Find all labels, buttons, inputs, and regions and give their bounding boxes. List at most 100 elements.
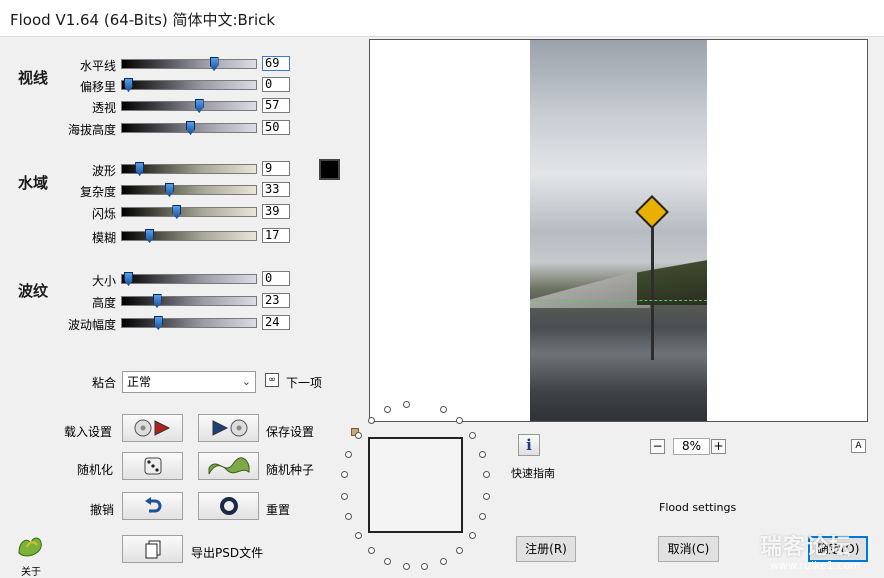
slider-track[interactable] <box>121 272 257 286</box>
dial-dot[interactable] <box>483 471 491 479</box>
save-disc-icon <box>212 419 247 437</box>
dial-dot[interactable] <box>340 492 348 500</box>
undo-button[interactable] <box>122 492 183 520</box>
slider-track[interactable] <box>121 78 257 92</box>
next-item-checkbox[interactable]: ∞ <box>265 373 279 387</box>
dial-dot[interactable] <box>478 450 486 458</box>
info-icon[interactable]: i <box>518 434 540 456</box>
dial-dot[interactable] <box>368 547 376 555</box>
dial-dot[interactable] <box>469 432 477 440</box>
dial-dot[interactable] <box>340 471 348 479</box>
slider-value-input[interactable]: 0 <box>262 77 290 92</box>
link-icon: ∞ <box>268 375 276 385</box>
slider-track[interactable] <box>121 294 257 308</box>
randomize-button[interactable] <box>122 452 183 480</box>
slider-track[interactable] <box>121 99 257 113</box>
wave-icon <box>208 457 249 475</box>
slider-value-input[interactable]: 9 <box>262 161 290 176</box>
zoom-out-button[interactable]: − <box>650 439 665 454</box>
dial-dot[interactable] <box>439 406 447 414</box>
slider-value-input[interactable]: 23 <box>262 293 290 308</box>
random-seed-label: 随机种子 <box>266 463 315 477</box>
dial-dot[interactable] <box>478 513 486 521</box>
slider-value-input[interactable]: 24 <box>262 315 290 330</box>
save-settings-label: 保存设置 <box>266 425 315 439</box>
slider-value-input[interactable]: 50 <box>262 120 290 135</box>
blend-mode-select[interactable]: 正常 ⌄ <box>122 371 256 393</box>
dial-dot[interactable] <box>421 563 429 571</box>
dial-dot[interactable] <box>384 557 392 565</box>
dial-dot[interactable] <box>345 450 353 458</box>
zoom-in-button[interactable]: + <box>711 439 726 454</box>
about-button[interactable] <box>15 533 45 562</box>
slider-value-input[interactable]: 17 <box>262 228 290 243</box>
slider-value-input[interactable]: 33 <box>262 182 290 197</box>
slider-track[interactable] <box>121 183 257 197</box>
slider-track[interactable] <box>121 57 257 71</box>
dial-dot[interactable] <box>368 416 376 424</box>
slider-thumb[interactable] <box>124 272 133 286</box>
watermark-url: www.ruike1.com <box>770 559 861 572</box>
watermark-text: 瑞客论坛 <box>760 535 853 560</box>
quick-guide-label[interactable]: 快速指南 <box>511 465 555 481</box>
slider-thumb[interactable] <box>194 99 204 113</box>
title-bar: Flood V1.64 (64-Bits) 简体中文:Brick <box>0 0 884 37</box>
dial-dot[interactable] <box>439 557 447 565</box>
chevron-down-icon: ⌄ <box>241 375 251 388</box>
slider-track[interactable] <box>121 162 257 176</box>
settings-status: Flood settings <box>659 501 737 514</box>
slider-thumb[interactable] <box>152 294 162 308</box>
next-item-label: 下一项 <box>286 376 323 390</box>
load-disc-icon <box>134 419 170 437</box>
slider-label: 波动幅度 <box>67 318 116 332</box>
slider-track[interactable] <box>121 205 257 219</box>
slider-value-input[interactable]: 39 <box>262 204 290 219</box>
dial-dot[interactable] <box>345 513 353 521</box>
dial-dot[interactable] <box>455 416 463 424</box>
slider-value-input[interactable]: 0 <box>262 271 290 286</box>
export-psd-button[interactable] <box>122 535 183 563</box>
document-icon <box>145 540 160 559</box>
random-seed-button[interactable] <box>198 452 259 480</box>
slider-track[interactable] <box>121 229 257 243</box>
save-settings-button[interactable] <box>198 414 259 442</box>
slider-thumb[interactable] <box>124 78 133 92</box>
slider-label: 模糊 <box>91 231 116 245</box>
slider-thumb[interactable] <box>172 205 182 219</box>
slider-track[interactable] <box>121 121 257 135</box>
water-color-swatch[interactable] <box>319 159 340 180</box>
slider-thumb[interactable] <box>186 121 195 135</box>
sign-post <box>651 220 654 360</box>
register-button[interactable]: 注册(R) <box>516 536 576 562</box>
slider-thumb[interactable] <box>153 316 163 330</box>
zoom-value: 8% <box>673 438 710 455</box>
load-settings-label: 载入设置 <box>64 425 113 439</box>
export-psd-label: 导出PSD文件 <box>191 546 264 560</box>
slider-value-input[interactable]: 69 <box>262 56 290 71</box>
load-settings-button[interactable] <box>122 414 183 442</box>
main-panel: 视线 水域 波纹 水平线 69 偏移里 0 透视 57 海拔高度 50 波形 9 复杂度 33 闪烁 39… <box>0 37 884 578</box>
cancel-button[interactable]: 取消(C) <box>658 536 719 562</box>
blend-mode-value: 正常 <box>127 375 152 389</box>
dial-dot[interactable] <box>402 563 410 571</box>
hill-shape <box>637 235 707 305</box>
horizon-guide[interactable] <box>530 300 707 302</box>
auto-zoom-button[interactable]: A <box>851 439 866 453</box>
preview-canvas[interactable] <box>369 39 868 422</box>
slider-label: 大小 <box>91 274 116 288</box>
slider-thumb[interactable] <box>145 229 155 243</box>
dial-dot[interactable] <box>469 531 477 539</box>
reset-button[interactable] <box>198 492 259 520</box>
dial-dot[interactable] <box>455 547 463 555</box>
road-sign <box>635 195 669 229</box>
slider-thumb[interactable] <box>135 162 145 176</box>
dial-dot[interactable] <box>402 400 410 408</box>
slider-thumb[interactable] <box>209 57 219 71</box>
dial-dot[interactable] <box>354 531 362 539</box>
about-label: 关于 <box>21 567 41 578</box>
dial-dot[interactable] <box>354 432 362 440</box>
slider-value-input[interactable]: 57 <box>262 98 290 113</box>
slider-track[interactable] <box>121 316 257 330</box>
dial-dot[interactable] <box>483 492 491 500</box>
slider-thumb[interactable] <box>164 183 174 197</box>
